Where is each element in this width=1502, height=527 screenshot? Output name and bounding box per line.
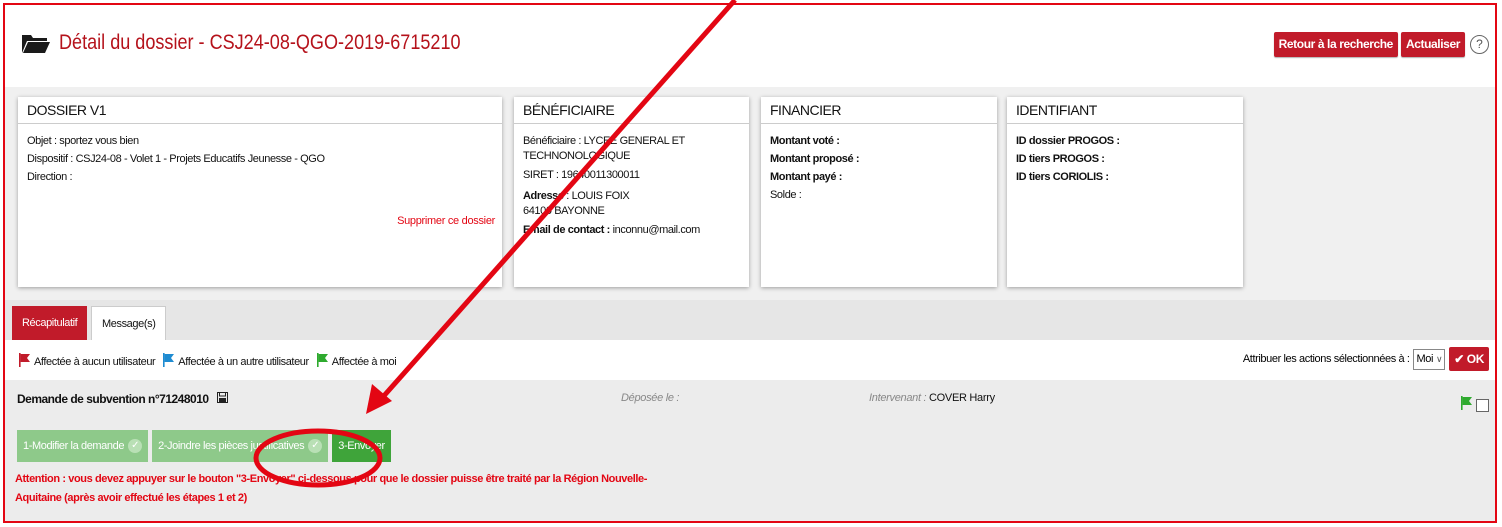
request-checkbox[interactable] <box>1476 399 1489 412</box>
dossier-title: Détail du dossier - CSJ24-08-QGO-2019-67… <box>59 31 461 54</box>
green-flag-icon <box>1461 396 1473 415</box>
montant-vote: Montant voté : <box>770 135 840 147</box>
step-send-button[interactable]: 3-Envoyer <box>332 430 391 462</box>
legend-blue-label: Affectée à un autre utilisateur <box>178 355 309 368</box>
financier-card: FINANCIER Montant voté : Montant proposé… <box>761 97 997 287</box>
assign-user-select[interactable]: Moi ∨ <box>1413 348 1446 370</box>
red-flag-icon <box>19 353 31 370</box>
deposit-date: Déposée le : <box>621 392 680 404</box>
blue-flag-icon <box>163 353 175 370</box>
flag-legend: Affectée à aucun utilisateur Affectée à … <box>19 353 404 370</box>
page-header: Détail du dossier - CSJ24-08-QGO-2019-67… <box>5 5 1495 87</box>
page-frame: Détail du dossier - CSJ24-08-QGO-2019-67… <box>3 3 1497 523</box>
save-icon[interactable] <box>216 392 228 406</box>
adresse-line: Adresse : LOUIS FOIX <box>523 190 630 202</box>
legend-row: Affectée à aucun utilisateur Affectée à … <box>5 340 1495 380</box>
help-icon[interactable]: ? <box>1470 35 1489 54</box>
assign-label: Attribuer les actions sélectionnées à : <box>1242 353 1410 365</box>
id-dossier-progos: ID dossier PROGOS : <box>1016 135 1120 147</box>
beneficiaire-line: Bénéficiaire : LYCEE GENERAL ET TECHNONO… <box>523 135 685 162</box>
beneficiaire-card-heading: BÉNÉFICIAIRE <box>514 97 749 124</box>
step-attach-documents-button[interactable]: 2-Joindre les pièces justificatives ✓ <box>152 430 329 462</box>
dossier-card-heading: DOSSIER V1 <box>18 97 502 124</box>
financier-card-heading: FINANCIER <box>761 97 997 124</box>
dossier-card: DOSSIER V1 Objet : sportez vous bien Dis… <box>18 97 502 287</box>
back-to-search-button[interactable]: Retour à la recherche <box>1273 32 1398 57</box>
direction-line: Direction : <box>27 171 73 183</box>
assign-ok-button[interactable]: ✔ OK <box>1449 347 1489 371</box>
objet-line: Objet : sportez vous bien <box>27 135 139 147</box>
summary-panels: DOSSIER V1 Objet : sportez vous bien Dis… <box>5 87 1495 300</box>
dispositif-line: Dispositif : CSJ24-08 - Volet 1 - Projet… <box>27 153 325 165</box>
header-actions: Retour à la recherche Actualiser ? <box>1271 32 1489 57</box>
page-title: Détail du dossier - CSJ24-08-QGO-2019-67… <box>21 31 526 55</box>
siret-line: SIRET : 19640011300011 <box>523 169 640 181</box>
id-tiers-coriolis: ID tiers CORIOLIS : <box>1016 171 1109 183</box>
identifiant-card: IDENTIFIANT ID dossier PROGOS : ID tiers… <box>1007 97 1243 287</box>
intervenant: Intervenant : COVER Harry <box>869 392 995 404</box>
tabs-bar: Récapitulatif Message(s) <box>5 300 1495 340</box>
email-line: Email de contact : inconnu@mail.com <box>523 224 700 236</box>
refresh-button[interactable]: Actualiser <box>1400 32 1465 57</box>
legend-red-label: Affectée à aucun utilisateur <box>34 355 156 368</box>
tab-recapitulatif[interactable]: Récapitulatif <box>12 306 88 340</box>
legend-green-label: Affectée à moi <box>331 355 397 368</box>
request-title: Demande de subvention n°71248010 <box>17 392 228 406</box>
id-tiers-progos: ID tiers PROGOS : <box>1016 153 1105 165</box>
tab-messages[interactable]: Message(s) <box>91 306 167 340</box>
delete-dossier-link[interactable]: Supprimer ce dossier <box>397 215 495 227</box>
green-flag-icon <box>316 353 329 370</box>
montant-paye: Montant payé : <box>770 171 843 183</box>
beneficiaire-card: BÉNÉFICIAIRE Bénéficiaire : LYCEE GENERA… <box>514 97 749 287</box>
check-icon: ✓ <box>128 439 143 453</box>
check-icon: ✔ <box>1454 352 1467 366</box>
solde: Solde : <box>770 189 802 201</box>
workflow-steps: 1-Modifier la demande ✓ 2-Joindre les pi… <box>17 430 395 462</box>
send-warning-text: Attention : vous devez appuyer sur le bo… <box>15 473 648 504</box>
request-panel: Demande de subvention n°71248010 Déposée… <box>5 380 1495 521</box>
folder-icon <box>21 32 51 54</box>
chevron-down-icon: ∨ <box>1436 353 1443 364</box>
request-flag-select <box>1461 396 1489 415</box>
identifiant-card-heading: IDENTIFIANT <box>1007 97 1243 124</box>
assign-actions: Attribuer les actions sélectionnées à : … <box>1243 347 1489 371</box>
montant-propose: Montant proposé : <box>770 153 860 165</box>
step-modify-request-button[interactable]: 1-Modifier la demande ✓ <box>17 430 149 462</box>
adresse-city: 64100 BAYONNE <box>523 205 605 217</box>
check-icon: ✓ <box>308 439 323 453</box>
